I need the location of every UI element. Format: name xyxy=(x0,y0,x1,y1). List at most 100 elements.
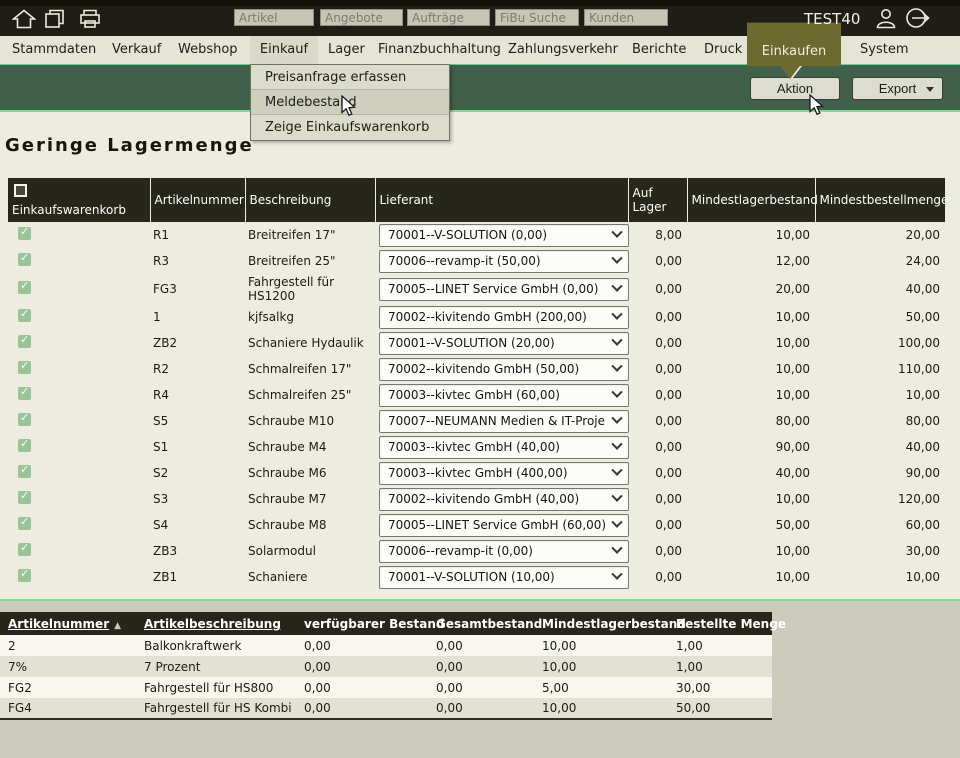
cart-cell xyxy=(8,564,150,590)
menu-lager[interactable]: Lager xyxy=(328,36,365,64)
lieferant-select[interactable]: 70002--kivitendo GmbH (50,00) xyxy=(379,358,629,381)
menu-einkauf[interactable]: Einkauf xyxy=(250,36,318,64)
auftraege-search-input[interactable] xyxy=(407,9,490,26)
lieferant-select[interactable]: 70003--kivtec GmbH (60,00) xyxy=(379,384,629,407)
cart-cell xyxy=(8,248,150,274)
page-title: Geringe Lagermenge xyxy=(5,135,254,156)
lieferant-select-value: 70002--kivitendo GmbH (50,00) xyxy=(388,362,579,376)
logout-icon[interactable] xyxy=(905,7,931,29)
lieferant-select[interactable]: 70005--LINET Service GmbH (60,00) xyxy=(379,514,629,537)
lieferant-select[interactable]: 70006--revamp-it (0,00) xyxy=(379,540,629,563)
menu-finanzbuchhaltung[interactable]: Finanzbuchhaltung xyxy=(378,36,501,64)
row-checkbox-checked[interactable] xyxy=(18,387,31,400)
artikelnummer-cell: S2 xyxy=(150,460,245,486)
lieferant-select[interactable]: 70001--V-SOLUTION (20,00) xyxy=(379,332,629,355)
auf-lager-cell: 0,00 xyxy=(628,274,687,304)
user-icon[interactable] xyxy=(874,7,898,29)
print-icon[interactable] xyxy=(78,9,102,29)
ordered-articles-table: Artikelnummer▲ Artikelbeschreibung verfü… xyxy=(0,612,772,720)
artikelnummer-cell: R3 xyxy=(150,248,245,274)
new-window-icon[interactable] xyxy=(44,9,68,29)
select-all-checkbox[interactable] xyxy=(14,184,27,197)
chevron-down-icon xyxy=(611,465,622,476)
report-cell: 0,00 xyxy=(432,698,538,719)
mindestlagerbestand-cell: 10,00 xyxy=(687,330,815,356)
lieferant-select[interactable]: 70002--kivitendo GmbH (200,00) xyxy=(379,306,629,329)
lieferant-select[interactable]: 70003--kivtec GmbH (400,00) xyxy=(379,462,629,485)
menu-system[interactable]: System xyxy=(860,36,908,64)
chevron-down-icon xyxy=(611,491,622,502)
menu-item-zeige-einkaufswarenkorb[interactable]: Zeige Einkaufswarenkorb xyxy=(251,115,449,140)
fibu-search-input[interactable] xyxy=(495,9,579,26)
menu-verkauf[interactable]: Verkauf xyxy=(112,36,161,64)
row-checkbox-checked[interactable] xyxy=(18,491,31,504)
row-checkbox-checked[interactable] xyxy=(18,465,31,478)
lieferant-select[interactable]: 70005--LINET Service GmbH (0,00) xyxy=(379,278,629,301)
lieferant-select[interactable]: 70003--kivtec GmbH (40,00) xyxy=(379,436,629,459)
lieferant-select-value: 70003--kivtec GmbH (40,00) xyxy=(388,440,560,454)
row-checkbox-checked[interactable] xyxy=(18,543,31,556)
row-checkbox-checked[interactable] xyxy=(18,281,31,294)
lieferant-select[interactable]: 70002--kivitendo GmbH (40,00) xyxy=(379,488,629,511)
lieferant-select[interactable]: 70001--V-SOLUTION (10,00) xyxy=(379,566,629,589)
chevron-down-icon xyxy=(926,87,934,92)
artikelnummer-cell: ZB3 xyxy=(150,538,245,564)
home-icon[interactable] xyxy=(12,9,36,29)
report-cell: 7% xyxy=(0,656,140,677)
menu-item-meldebestand[interactable]: Meldebestand xyxy=(251,90,449,115)
menu-item-preisanfrage-erfassen[interactable]: Preisanfrage erfassen xyxy=(251,65,449,90)
auf-lager-cell: 0,00 xyxy=(628,434,687,460)
artikelnummer-cell: S5 xyxy=(150,408,245,434)
menu-stammdaten[interactable]: Stammdaten xyxy=(12,36,96,64)
lieferant-select-value: 70001--V-SOLUTION (20,00) xyxy=(388,336,555,350)
angebote-search-input[interactable] xyxy=(320,9,403,26)
report-cell: 0,00 xyxy=(300,677,432,698)
report-cell: 1,00 xyxy=(672,656,772,677)
row-checkbox-checked[interactable] xyxy=(18,361,31,374)
table-row: 1kjfsalkg70002--kivitendo GmbH (200,00)0… xyxy=(8,304,945,330)
mindestlagerbestand-cell: 10,00 xyxy=(687,222,815,248)
mindestlagerbestand-cell: 20,00 xyxy=(687,274,815,304)
report-cell: 50,00 xyxy=(672,698,772,719)
cart-cell xyxy=(8,434,150,460)
menu-berichte[interactable]: Berichte xyxy=(632,36,686,64)
column-header-artikelnummer: Artikelnummer xyxy=(150,178,245,222)
cart-cell xyxy=(8,486,150,512)
sort-link-artikelbeschreibung[interactable]: Artikelbeschreibung xyxy=(144,617,281,631)
kunden-search-input[interactable] xyxy=(584,9,668,26)
lieferant-select[interactable]: 70006--revamp-it (50,00) xyxy=(379,250,629,273)
artikel-search-input[interactable] xyxy=(234,9,314,26)
row-checkbox-checked[interactable] xyxy=(18,439,31,452)
report-cell: 5,00 xyxy=(538,677,672,698)
app-window: TEST40 Stammdaten Verkauf Webshop Einkau… xyxy=(0,0,960,758)
table-row: S4Schraube M870005--LINET Service GmbH (… xyxy=(8,512,945,538)
cart-cell xyxy=(8,274,150,304)
menu-zahlungsverkehr[interactable]: Zahlungsverkehr xyxy=(508,36,618,64)
lieferant-select-value: 70002--kivitendo GmbH (40,00) xyxy=(388,492,579,506)
menu-webshop[interactable]: Webshop xyxy=(178,36,238,64)
mindestlagerbestand-cell: 10,00 xyxy=(687,486,815,512)
lieferant-cell: 70002--kivitendo GmbH (40,00) xyxy=(375,486,628,512)
lieferant-cell: 70001--V-SOLUTION (0,00) xyxy=(375,222,628,248)
menu-druck[interactable]: Druck xyxy=(704,36,742,64)
lieferant-select[interactable]: 70001--V-SOLUTION (0,00) xyxy=(379,224,629,247)
row-checkbox-checked[interactable] xyxy=(18,413,31,426)
top-strip xyxy=(0,0,960,6)
export-button[interactable]: Export xyxy=(852,77,943,100)
row-checkbox-checked[interactable] xyxy=(18,253,31,266)
chevron-down-icon xyxy=(611,543,622,554)
row-checkbox-checked[interactable] xyxy=(18,309,31,322)
row-checkbox-checked[interactable] xyxy=(18,335,31,348)
auf-lager-cell: 8,00 xyxy=(628,222,687,248)
cart-cell xyxy=(8,538,150,564)
auf-lager-cell: 0,00 xyxy=(628,564,687,590)
table-row: ZB1Schaniere70001--V-SOLUTION (10,00)0,0… xyxy=(8,564,945,590)
lieferant-cell: 70002--kivitendo GmbH (50,00) xyxy=(375,356,628,382)
sort-link-artikelnummer[interactable]: Artikelnummer xyxy=(8,617,109,631)
row-checkbox-checked[interactable] xyxy=(18,569,31,582)
chevron-down-icon xyxy=(611,281,622,292)
aktion-button[interactable]: Aktion xyxy=(750,77,840,100)
row-checkbox-checked[interactable] xyxy=(18,227,31,240)
lieferant-select[interactable]: 70007--NEUMANN Medien & IT-Proje xyxy=(379,410,629,433)
row-checkbox-checked[interactable] xyxy=(18,517,31,530)
